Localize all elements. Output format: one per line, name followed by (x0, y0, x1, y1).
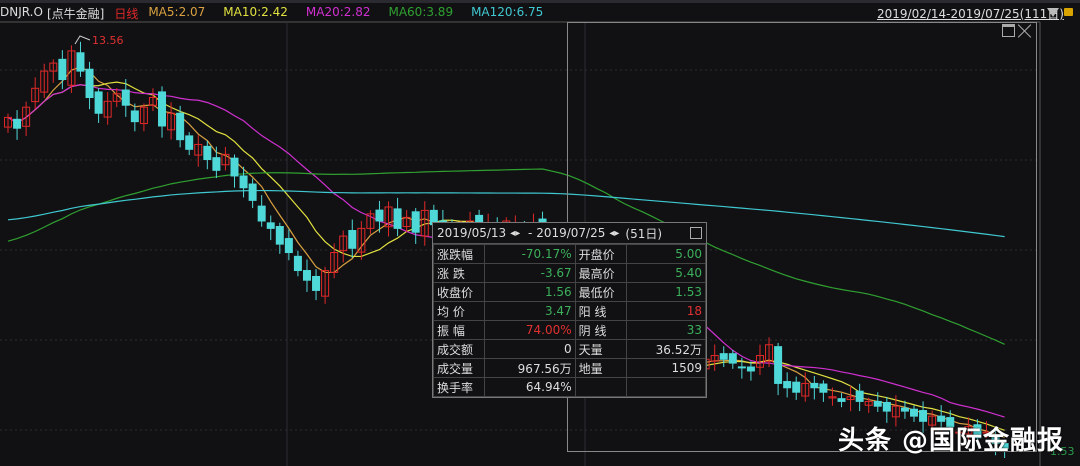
stat-value: -3.67 (484, 263, 576, 283)
close-icon[interactable] (690, 227, 702, 239)
stat-label: 地量 (574, 358, 627, 378)
candle-down (158, 91, 167, 127)
stat-label: 换手率 (433, 377, 485, 397)
symbol: DNJR.O (0, 5, 43, 19)
stat-label: 阴 线 (574, 320, 627, 340)
ma20-label: MA20:2.82 (305, 5, 371, 19)
stat-value: 3.47 (484, 301, 576, 321)
ma120-label: MA120:6.75 (471, 5, 544, 19)
candle-down (248, 183, 257, 201)
stat-value: 5.00 (625, 244, 707, 264)
candle-down (312, 275, 321, 291)
stat-value: 5.40 (625, 263, 707, 283)
stock-name: [点牛金融] (46, 7, 105, 21)
stat-label: 开盘价 (574, 244, 627, 264)
chart-header: DNJR.O [点牛金融] 日线 MA5:2.07 MA10:2.42 MA20… (0, 5, 543, 22)
dash: - (524, 226, 537, 240)
candle-down (375, 209, 384, 222)
interval-stats-panel: 2019/05/13 ◂▸ - 2019/07/25 ◂▸ (51日) 涨跌幅 -… (432, 222, 707, 398)
peak-price-label: 13.56 (92, 34, 124, 47)
candle-down (302, 270, 311, 281)
stats-row: 振 幅 74.00% 阴 线 33 (433, 320, 707, 340)
stat-label: 振 幅 (433, 320, 485, 340)
candle-down (275, 226, 284, 245)
candle-down (176, 112, 185, 141)
candle-down (130, 110, 139, 123)
stats-row: 成交量 967.56万 地量 1509 (433, 358, 707, 378)
ma10-label: MA10:2.42 (223, 5, 288, 19)
stat-value: 36.52万 (625, 339, 707, 359)
watermark: 头条 @国际金融报 (838, 426, 1065, 456)
day-count: (51日) (625, 226, 663, 241)
stats-row: 成交额 0 天量 36.52万 (433, 339, 707, 359)
stat-value (625, 377, 707, 397)
stats-table: 涨跌幅 -70.17% 开盘价 5.00 涨 跌 -3.67 最高价 5.40 收盘价 1.56 最… (433, 244, 707, 397)
candle-down (257, 205, 266, 222)
stat-value: 64.94% (484, 377, 576, 397)
dropdown-triangle-icon[interactable] (1047, 8, 1059, 17)
candle-down (230, 157, 239, 177)
candle-down (85, 68, 94, 99)
candle-down (239, 175, 248, 189)
ma60-label: MA60:3.89 (388, 5, 454, 19)
stat-label: 天量 (574, 339, 627, 359)
lock-icon[interactable] (1064, 8, 1073, 16)
candle-down (13, 118, 22, 129)
peak-marker (74, 35, 91, 45)
candle-down (76, 52, 85, 72)
candle-down (411, 211, 420, 233)
end-nav-icon[interactable]: ◂▸ (609, 228, 619, 239)
close-icon[interactable] (1018, 24, 1032, 38)
stat-value: 1.53 (625, 282, 707, 302)
stat-value: -70.17% (484, 244, 576, 264)
candle-down (393, 208, 402, 229)
stat-label: 最高价 (574, 263, 627, 283)
stats-row: 换手率 64.94% (433, 377, 707, 397)
date-range-selector[interactable]: 2019/02/14-2019/07/25(111日) (877, 5, 1064, 22)
candle-down (293, 255, 302, 272)
end-date: 2019/07/25 (536, 226, 606, 240)
stat-value: 0 (484, 339, 576, 359)
candle-down (348, 230, 357, 249)
ma5-label: MA5:2.07 (148, 5, 206, 19)
candle-down (58, 58, 67, 81)
stats-row: 涨跌幅 -70.17% 开盘价 5.00 (433, 244, 707, 264)
candle-down (284, 238, 293, 254)
stat-label: 成交量 (433, 358, 485, 378)
maximize-icon[interactable] (1002, 24, 1015, 37)
top-bar (0, 0, 1080, 3)
stats-title: 2019/05/13 ◂▸ - 2019/07/25 ◂▸ (51日) (433, 223, 706, 244)
stat-label (574, 377, 627, 397)
candle-down (203, 145, 212, 161)
stat-value: 1509 (625, 358, 707, 378)
candle-down (121, 89, 130, 106)
stat-value: 1.56 (484, 282, 576, 302)
stat-label: 涨 跌 (433, 263, 485, 283)
start-date: 2019/05/13 (437, 226, 507, 240)
candle-down (185, 135, 194, 150)
stat-value: 18 (625, 301, 707, 321)
stats-row: 收盘价 1.56 最低价 1.53 (433, 282, 707, 302)
stat-value: 967.56万 (484, 358, 576, 378)
candle-down (266, 222, 275, 229)
stats-row: 均 价 3.47 阳 线 18 (433, 301, 707, 321)
candle-down (94, 91, 103, 114)
stat-label: 最低价 (574, 282, 627, 302)
stat-value: 33 (625, 320, 707, 340)
period-label[interactable]: 日线 (114, 5, 138, 22)
start-nav-icon[interactable]: ◂▸ (510, 228, 520, 239)
stat-label: 涨跌幅 (433, 244, 485, 264)
stat-label: 阳 线 (574, 301, 627, 321)
stat-label: 收盘价 (433, 282, 485, 302)
stats-row: 涨 跌 -3.67 最高价 5.40 (433, 263, 707, 283)
candle-down (212, 157, 221, 171)
stat-value: 74.00% (484, 320, 576, 340)
stat-label: 成交额 (433, 339, 485, 359)
stat-label: 均 价 (433, 301, 485, 321)
